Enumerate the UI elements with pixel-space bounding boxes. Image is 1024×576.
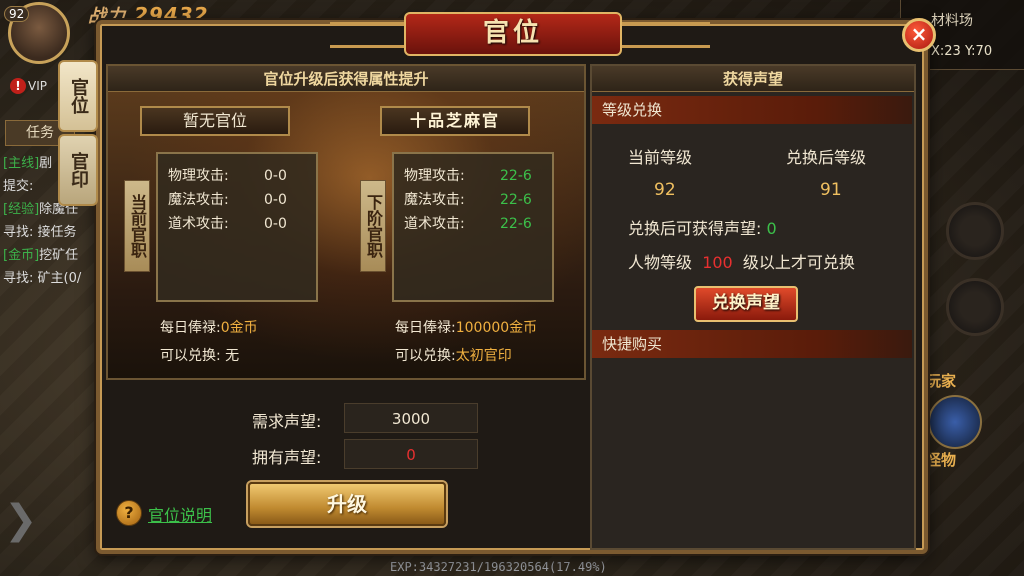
next-salary: 每日俸禄:100000金币: [395, 320, 538, 336]
level-requirement: 人物等级 100 级以上才可兑换: [628, 253, 855, 272]
rank-upgrade-header: 官位升级后获得属性提升: [108, 66, 584, 92]
stat-row: 魔法攻击: 22-6: [404, 192, 532, 208]
next-rank-label: 下阶官职: [360, 180, 386, 272]
current-exchange: 可以兑换: 无: [160, 348, 240, 364]
tab-seal[interactable]: 官印: [58, 134, 98, 206]
current-level-value: 92: [654, 180, 676, 200]
map-name: 材料场: [931, 13, 973, 29]
skill-button-1[interactable]: [946, 202, 1004, 260]
need-reputation-value: 3000: [344, 403, 478, 433]
target-switch-player: 玩家: [926, 372, 957, 390]
task-line[interactable]: [金币]挖矿任: [3, 244, 100, 267]
task-line: 寻找: 接任务: [3, 225, 77, 240]
after-level-label: 兑换后等级: [786, 148, 867, 167]
target-switch[interactable]: 玩家 怪物: [926, 370, 990, 469]
dialog-title: 官位: [404, 12, 622, 56]
quick-buy-header: 快捷购买: [592, 330, 912, 358]
stat-row: 道术攻击: 0-0: [168, 216, 287, 232]
current-salary: 每日俸禄:0金币: [160, 320, 258, 336]
current-rank-plate: 暂无官位: [140, 106, 290, 136]
current-rank-label: 当前官职: [124, 180, 150, 272]
vip-label: VIP: [28, 79, 47, 93]
upgrade-button[interactable]: 升级: [248, 482, 446, 526]
task-line: 寻找: 矿主(0/: [3, 271, 82, 286]
rank-help-link[interactable]: 官位说明: [148, 502, 212, 526]
help-icon[interactable]: ?: [116, 500, 142, 526]
gain-reputation: 兑换后可获得声望: 0: [628, 219, 777, 238]
chevron-right-icon[interactable]: ❯: [4, 490, 40, 550]
stat-row: 魔法攻击: 0-0: [168, 192, 287, 208]
alert-icon: !: [10, 78, 26, 94]
reputation-header: 获得声望: [592, 66, 914, 92]
current-stats-box: 物理攻击: 0-0 魔法攻击: 0-0 道术攻击: 0-0: [156, 152, 318, 302]
tab-rank[interactable]: 官位: [58, 60, 98, 132]
vip-badge[interactable]: ! VIP: [10, 78, 47, 94]
player-level: 92: [4, 6, 30, 22]
skill-button-2[interactable]: [946, 278, 1004, 336]
have-reputation-label: 拥有声望:: [252, 448, 322, 467]
stat-row: 物理攻击: 0-0: [168, 168, 287, 184]
exchange-reputation-button[interactable]: 兑换声望: [694, 286, 798, 322]
need-reputation-label: 需求声望:: [252, 412, 322, 431]
next-rank-plate: 十品芝麻官: [380, 106, 530, 136]
next-exchange: 可以兑换:太初官印: [395, 348, 512, 364]
exp-bar: EXP:34327231/196320564(17.49%): [390, 560, 607, 574]
target-portrait-icon: [928, 395, 982, 449]
stat-row: 物理攻击: 22-6: [404, 168, 532, 184]
close-button[interactable]: ×: [902, 18, 936, 52]
stat-row: 道术攻击: 22-6: [404, 216, 532, 232]
title-ornament-right: [620, 22, 710, 48]
map-coords: X:23 Y:70: [931, 44, 993, 59]
target-switch-monster: 怪物: [926, 451, 957, 469]
current-level-label: 当前等级: [628, 148, 693, 167]
level-exchange-header: 等级兑换: [592, 96, 912, 124]
have-reputation-value: 0: [344, 439, 478, 469]
after-level-value: 91: [820, 180, 842, 200]
next-stats-box: 物理攻击: 22-6 魔法攻击: 22-6 道术攻击: 22-6: [392, 152, 554, 302]
